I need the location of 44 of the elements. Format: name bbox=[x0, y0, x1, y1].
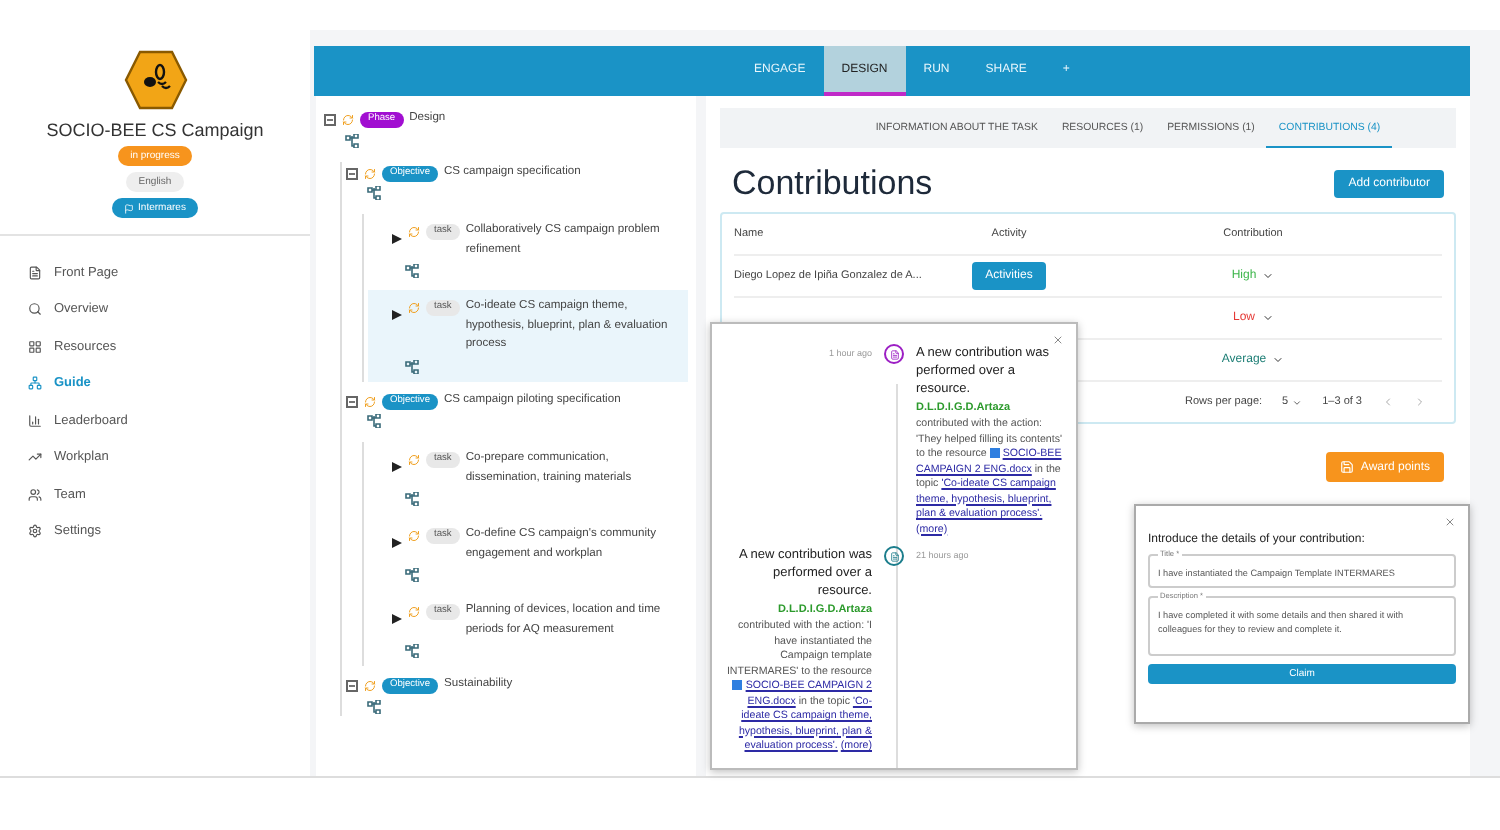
collapse-icon[interactable] bbox=[346, 680, 358, 692]
dropdown-icon[interactable] bbox=[1272, 354, 1285, 366]
cycle-icon bbox=[364, 680, 376, 692]
campaign-title: SOCIO-BEE CS Campaign bbox=[46, 120, 264, 140]
cycle-icon bbox=[408, 302, 420, 314]
grid-icon bbox=[28, 339, 42, 354]
search-icon bbox=[28, 302, 42, 317]
caret-icon[interactable] bbox=[392, 462, 402, 472]
cycle-icon bbox=[408, 530, 420, 542]
caret-icon[interactable] bbox=[392, 614, 402, 624]
hierarchy-icon bbox=[366, 186, 382, 200]
page-heading: Contributions bbox=[732, 164, 933, 204]
trend-line-icon bbox=[28, 450, 42, 465]
collapse-icon[interactable] bbox=[346, 167, 358, 179]
caret-icon[interactable] bbox=[392, 234, 402, 244]
dropdown-icon[interactable] bbox=[1261, 312, 1273, 324]
close-icon[interactable] bbox=[1052, 334, 1064, 346]
cycle-icon bbox=[342, 114, 354, 126]
hierarchy-icon bbox=[404, 568, 420, 582]
hierarchy-icon bbox=[404, 492, 420, 506]
cycle-icon bbox=[408, 226, 420, 238]
hierarchy-icon bbox=[404, 644, 420, 658]
hierarchy-icon bbox=[366, 414, 382, 428]
hierarchy-icon bbox=[404, 359, 420, 373]
collapse-icon[interactable] bbox=[346, 395, 358, 407]
hierarchy-icon bbox=[404, 264, 420, 278]
hierarchy-icon bbox=[344, 133, 360, 147]
caret-icon[interactable] bbox=[392, 538, 402, 548]
close-icon[interactable] bbox=[1444, 516, 1456, 528]
bee-logo bbox=[123, 50, 187, 110]
flag-icon bbox=[124, 203, 135, 213]
settings-icon bbox=[28, 524, 42, 539]
collapse-icon[interactable] bbox=[324, 114, 336, 126]
bar-chart-icon bbox=[28, 413, 42, 428]
cycle-icon bbox=[364, 167, 376, 179]
cycle-icon bbox=[408, 606, 420, 618]
document-icon bbox=[28, 265, 42, 280]
hierarchy-icon bbox=[28, 376, 42, 391]
hierarchy-icon bbox=[366, 699, 382, 713]
cycle-icon bbox=[364, 395, 376, 407]
cycle-icon bbox=[408, 454, 420, 466]
dropdown-icon[interactable] bbox=[1262, 270, 1275, 282]
users-icon bbox=[28, 487, 42, 502]
caret-icon[interactable] bbox=[392, 310, 402, 320]
